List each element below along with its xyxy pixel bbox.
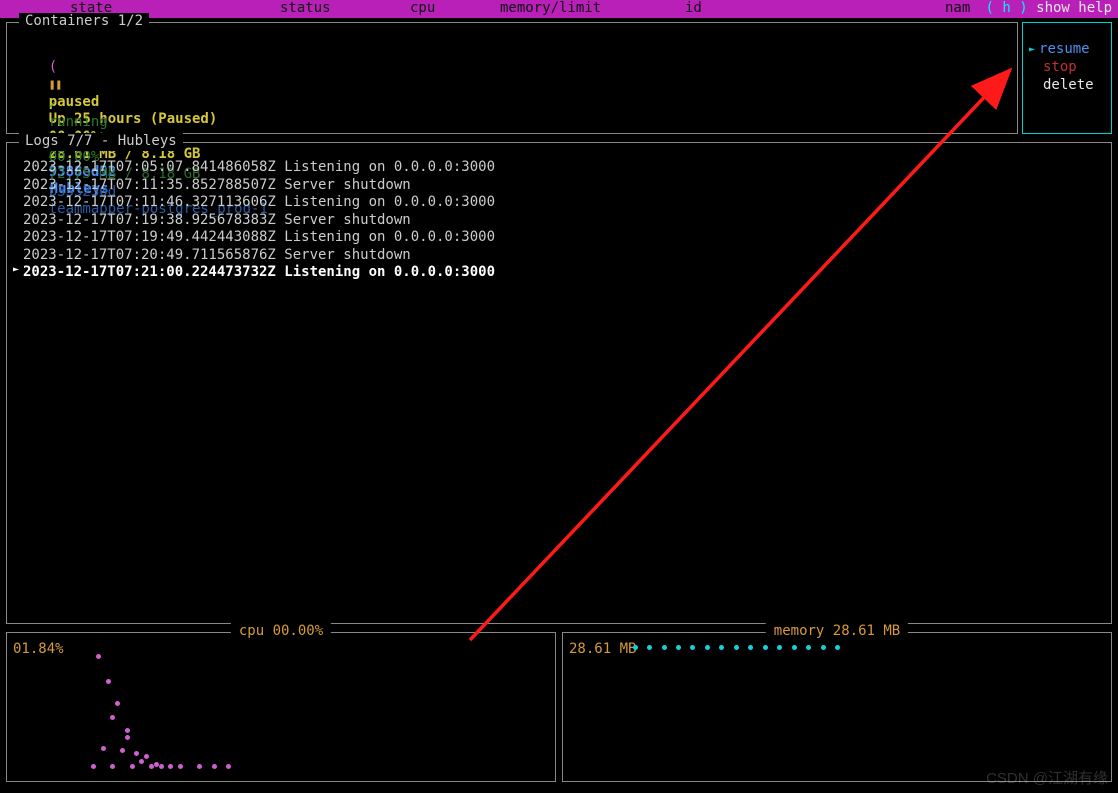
data-point — [178, 764, 183, 769]
help-label: show help — [1036, 0, 1112, 16]
data-point — [676, 645, 681, 650]
data-point — [763, 645, 768, 650]
data-point — [212, 764, 217, 769]
col-name: nam — [945, 0, 970, 18]
col-id: id — [685, 0, 702, 18]
cpu-graph-panel: cpu 00.00% 01.84% — [6, 632, 556, 782]
cpu-y-axis: 01.84% — [13, 641, 64, 659]
action-label: resume — [1039, 41, 1090, 59]
data-point — [835, 645, 840, 650]
data-point — [806, 645, 811, 650]
data-point — [91, 764, 96, 769]
action-stop[interactable]: stop — [1023, 59, 1111, 77]
data-point — [792, 645, 797, 650]
container-row[interactable]: ✓ running Up 24 hours 00.00% 72.75 MB / … — [15, 61, 1009, 79]
memory-graph-title: memory 28.61 MB — [766, 623, 908, 641]
col-status: status — [280, 0, 331, 18]
logs-title: Logs 7/7 - Hubleys — [19, 133, 183, 151]
data-point — [110, 764, 115, 769]
data-point — [96, 654, 101, 659]
col-memory: memory/limit — [500, 0, 601, 18]
data-point — [168, 764, 173, 769]
watermark: CSDN @江湖有缘 — [986, 770, 1108, 789]
data-point — [633, 645, 638, 650]
data-point — [719, 645, 724, 650]
containers-panel: Containers 1/2 ( ❚❚ paused Up 25 hours (… — [6, 22, 1018, 134]
data-point — [115, 701, 120, 706]
row-state: paused — [49, 94, 229, 112]
data-point — [734, 645, 739, 650]
data-point — [777, 645, 782, 650]
data-point — [226, 764, 231, 769]
cpu-plot-area — [67, 641, 549, 775]
data-point — [134, 751, 139, 756]
col-cpu: cpu — [410, 0, 435, 18]
memory-graph-panel: memory 28.61 MB 28.61 MB — [562, 632, 1112, 782]
data-point — [125, 735, 130, 740]
container-row[interactable]: ( ❚❚ paused Up 25 hours (Paused) 00.00% … — [15, 41, 1009, 59]
header-bar: state status cpu memory/limit id nam ( h… — [0, 0, 1118, 18]
current-log-indicator-icon: ► — [13, 264, 19, 277]
data-point — [690, 645, 695, 650]
log-line: 2023-12-17T07:21:00.224473732Z Listening… — [9, 264, 1109, 282]
data-point — [130, 764, 135, 769]
data-point — [821, 645, 826, 650]
data-point — [748, 645, 753, 650]
action-delete[interactable]: delete — [1023, 77, 1111, 95]
data-point — [101, 746, 106, 751]
data-point — [154, 762, 159, 767]
data-point — [197, 764, 202, 769]
action-resume[interactable]: ► resume — [1023, 41, 1111, 59]
log-line: 2023-12-17T07:19:38.925678383Z Server sh… — [9, 212, 1109, 230]
selection-indicator-icon: ► — [1029, 44, 1035, 57]
data-point — [120, 748, 125, 753]
memory-plot-area — [623, 641, 1105, 775]
data-point — [662, 645, 667, 650]
action-label: stop — [1043, 59, 1077, 77]
running-icon: ✓ — [49, 98, 69, 112]
log-line: 2023-12-17T07:19:49.442443088Z Listening… — [9, 229, 1109, 247]
log-line: 2023-12-17T07:11:46.327113606Z Listening… — [9, 194, 1109, 212]
containers-title: Containers 1/2 — [19, 13, 149, 31]
help-hint[interactable]: ( h ) show help — [986, 0, 1112, 18]
logs-panel: Logs 7/7 - Hubleys 2023-12-17T07:05:07.8… — [6, 142, 1112, 624]
data-point — [139, 759, 144, 764]
data-point — [106, 679, 111, 684]
data-point — [647, 645, 652, 650]
help-key: ( h ) — [986, 0, 1028, 16]
row-state: running — [49, 114, 249, 132]
data-point — [144, 754, 149, 759]
data-point — [705, 645, 710, 650]
log-line: 2023-12-17T07:05:07.841486058Z Listening… — [9, 159, 1109, 177]
actions-panel: ► resumestopdelete — [1022, 22, 1112, 134]
log-line: 2023-12-17T07:20:49.711565876Z Server sh… — [9, 247, 1109, 265]
cpu-graph-title: cpu 00.00% — [231, 623, 331, 641]
action-label: delete — [1043, 77, 1094, 95]
data-point — [125, 728, 130, 733]
log-line: 2023-12-17T07:11:35.852788507Z Server sh… — [9, 177, 1109, 195]
data-point — [110, 715, 115, 720]
data-point — [159, 764, 164, 769]
